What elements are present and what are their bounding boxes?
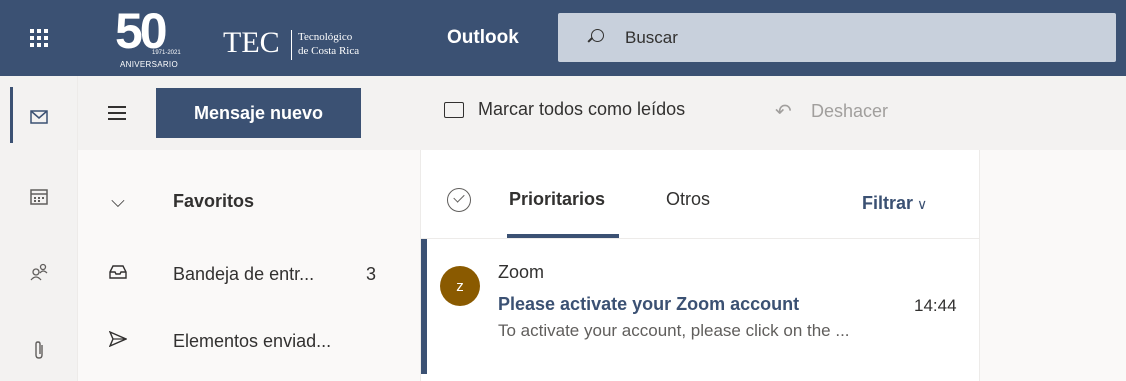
inbox-icon <box>108 264 128 285</box>
new-message-button[interactable]: Mensaje nuevo <box>156 88 361 138</box>
undo-icon: ↶ <box>775 101 792 123</box>
send-icon <box>108 330 128 352</box>
reading-pane <box>980 150 1126 381</box>
filter-button[interactable]: Filtrar ∨ <box>862 193 927 214</box>
unread-count: 3 <box>366 263 377 284</box>
message-sender: Zoom <box>498 262 545 282</box>
chevron-down-icon: ⌵ <box>111 190 125 211</box>
app-launcher-button[interactable] <box>0 0 78 76</box>
folder-item-inbox[interactable]: Bandeja de entr... 3 <box>78 254 420 294</box>
folder-pane: ⌵ Favoritos Bandeja de entr... 3 Element… <box>78 150 420 381</box>
waffle-icon <box>30 29 48 47</box>
search-box[interactable]: Buscar <box>558 13 1116 62</box>
logo-separator <box>291 30 292 60</box>
message-subject: Please activate your Zoom account <box>498 294 800 314</box>
undo-label: Deshacer <box>811 101 889 121</box>
unread-indicator-bar <box>421 239 427 374</box>
rail-selection-indicator <box>10 87 13 143</box>
people-icon[interactable] <box>25 258 53 286</box>
mark-all-read-label: Marcar todos como leídos <box>478 99 686 119</box>
avatar: z <box>440 266 480 306</box>
search-input[interactable]: Buscar <box>625 28 678 48</box>
folder-label: Bandeja de entr... <box>173 263 315 284</box>
mail-icon[interactable] <box>25 103 53 131</box>
message-list-pane: Prioritarios Otros Filtrar ∨ z Zoom Pleas… <box>420 150 980 381</box>
logo-subtitle: Tecnológico de Costa Rica <box>298 30 359 58</box>
list-item[interactable]: z Zoom Please activate your Zoom account… <box>421 239 979 374</box>
logo-anniversary: ANIVERSARIO <box>120 60 178 69</box>
hamburger-menu-icon[interactable] <box>108 106 126 120</box>
favorites-label: Favoritos <box>173 190 255 211</box>
select-all-checkbox-icon[interactable] <box>447 188 471 212</box>
chevron-down-icon: ∨ <box>917 196 928 212</box>
search-icon <box>588 29 605 46</box>
filter-label: Filtrar <box>862 193 914 213</box>
logo-subtitle-line2: de Costa Rica <box>298 45 360 57</box>
app-title[interactable]: Outlook <box>447 27 519 49</box>
paperclip-icon[interactable] <box>25 336 53 364</box>
favorites-header[interactable]: ⌵ Favoritos <box>78 181 420 221</box>
message-preview: To activate your account, please click o… <box>498 321 850 340</box>
logo-brand: TEC <box>223 26 280 59</box>
folder-item-sent[interactable]: Elementos enviad... <box>78 321 420 361</box>
calendar-icon[interactable] <box>25 183 53 211</box>
tab-other[interactable]: Otros <box>666 189 710 210</box>
logo-subtitle-line1: Tecnológico <box>298 31 353 43</box>
message-time: 14:44 <box>914 296 957 315</box>
mark-all-read-button[interactable]: Marcar todos como leídos <box>444 99 685 120</box>
organization-logo[interactable]: 50 1971-2021 ANIVERSARIO TEC Tecnológico… <box>115 3 395 70</box>
open-envelope-icon <box>444 101 464 118</box>
logo-years: 1971-2021 <box>152 50 181 56</box>
folder-label: Elementos enviad... <box>173 330 332 351</box>
undo-button[interactable]: ↶ Deshacer <box>775 99 888 124</box>
tab-focused[interactable]: Prioritarios <box>509 189 605 210</box>
